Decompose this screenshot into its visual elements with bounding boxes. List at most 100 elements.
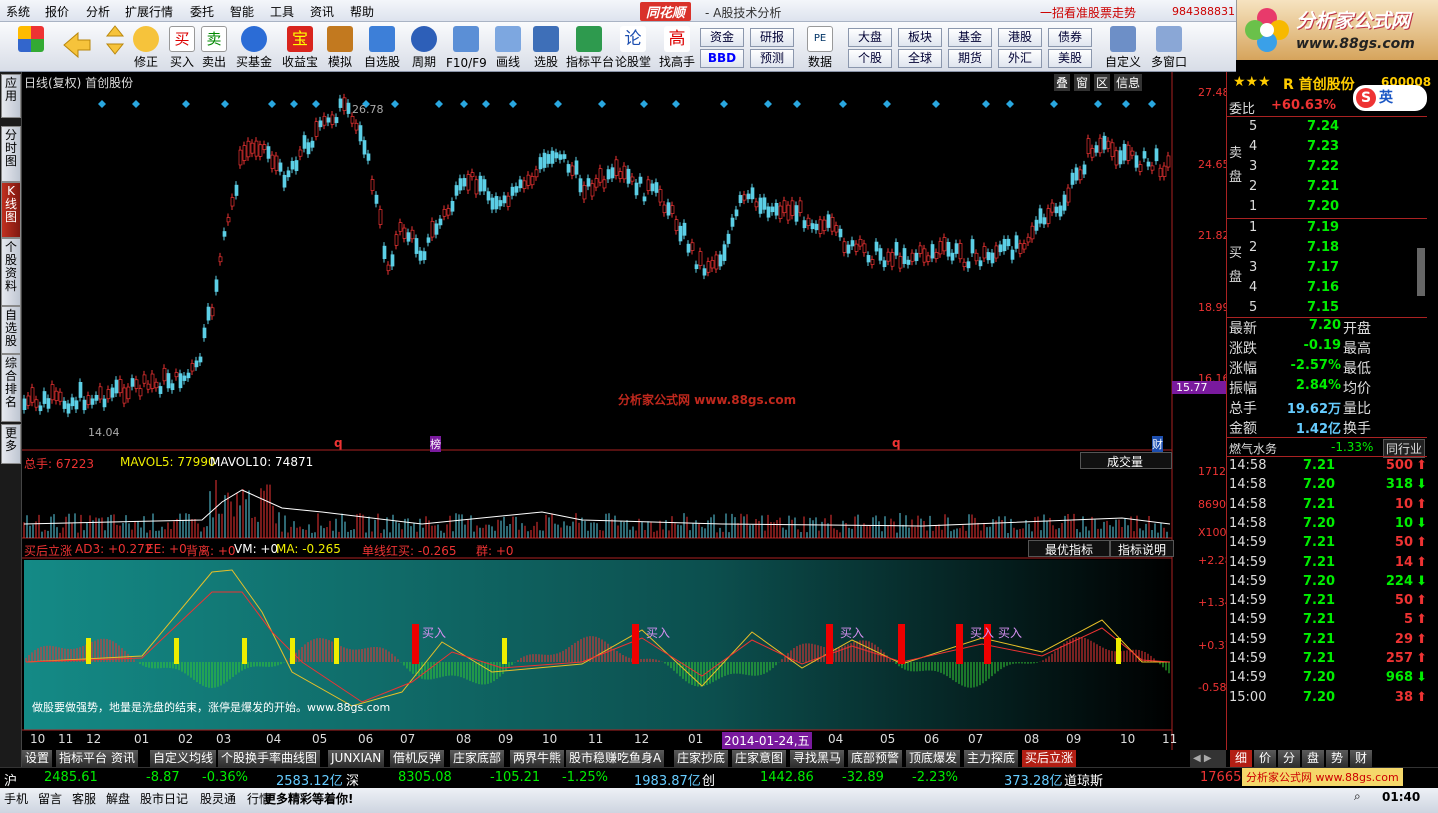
range-button[interactable]: 区	[1094, 74, 1111, 91]
forum-button[interactable]: 论论股堂	[612, 22, 654, 72]
search-icon[interactable]: ⌕	[1354, 789, 1361, 804]
bottom-link[interactable]: 股灵通	[200, 790, 236, 807]
info-button[interactable]: 信息	[1114, 74, 1143, 91]
indicator-tab[interactable]: 主力探底	[964, 750, 1020, 767]
research-button[interactable]: 研报	[750, 28, 794, 47]
indicator-tab[interactable]: 庄家抄底	[674, 750, 730, 767]
sidebar-ranking[interactable]: 综合排名	[1, 354, 21, 422]
sidebar-profile[interactable]: 个股资料	[1, 238, 21, 306]
futures-button[interactable]: 期货	[948, 49, 992, 68]
book-row[interactable]: 1 7.20	[1247, 197, 1427, 217]
quote-tab[interactable]: 分	[1278, 750, 1301, 767]
menu-help[interactable]: 帮助	[350, 3, 374, 20]
hk-stock-button[interactable]: 港股	[998, 28, 1042, 47]
quote-tab[interactable]: 盘	[1302, 750, 1325, 767]
us-stock-button[interactable]: 美股	[1048, 49, 1092, 68]
book-row[interactable]: 4 7.23	[1247, 137, 1427, 157]
bottom-link[interactable]: 解盘	[106, 790, 130, 807]
slogan-link[interactable]: 一招看准股票走势	[1040, 4, 1136, 21]
bottom-link[interactable]: 客服	[72, 790, 96, 807]
menu-quote[interactable]: 报价	[45, 3, 69, 20]
event-marker-list[interactable]: 榜	[430, 436, 441, 452]
grid-button[interactable]	[14, 22, 48, 72]
menu-news[interactable]: 资讯	[310, 3, 334, 20]
indicator-platform-button[interactable]: 指标平台	[566, 22, 614, 72]
bond-button[interactable]: 债券	[1048, 28, 1092, 47]
sz-index[interactable]: 8305.08	[398, 770, 452, 785]
bottom-link[interactable]: 留言	[38, 790, 62, 807]
sidebar-watchlist[interactable]: 自选股	[1, 306, 21, 354]
menu-trade[interactable]: 委托	[190, 3, 214, 20]
funds-button[interactable]: 基金	[948, 28, 992, 47]
simulate-button[interactable]: 模拟	[324, 22, 356, 72]
volume-select[interactable]: 成交量	[1080, 452, 1172, 469]
multi-window-button[interactable]: 多窗口	[1146, 22, 1192, 72]
menu-smart[interactable]: 智能	[230, 3, 254, 20]
bottom-link[interactable]: 手机	[4, 790, 28, 807]
indicator-help-button[interactable]: 指标说明	[1110, 540, 1174, 557]
book-row[interactable]: 3 7.17	[1247, 258, 1427, 278]
window-button[interactable]: 窗	[1074, 74, 1091, 91]
pick-stock-button[interactable]: 选股	[528, 22, 564, 72]
ime-indicator[interactable]: S英	[1353, 85, 1427, 111]
indicator-tab[interactable]: 底部预警	[848, 750, 904, 767]
sidebar-kline[interactable]: K线图	[1, 182, 21, 238]
indicator-tab[interactable]: 两界牛熊	[510, 750, 566, 767]
book-row[interactable]: 2 7.21	[1247, 177, 1427, 197]
fix-button[interactable]: 修正	[130, 22, 162, 72]
buy-fund-button[interactable]: 买基金	[232, 22, 276, 72]
stock-button[interactable]: 个股	[848, 49, 892, 68]
draw-button[interactable]: 画线	[490, 22, 526, 72]
menu-system[interactable]: 系统	[6, 3, 30, 20]
sh-index[interactable]: 2485.61	[44, 770, 98, 785]
overlay-button[interactable]: 叠	[1054, 74, 1071, 91]
indicator-tab[interactable]: 寻找黑马	[790, 750, 846, 767]
sidebar-apps[interactable]: 应用	[1, 74, 21, 118]
book-row[interactable]: 5 7.24	[1247, 117, 1427, 137]
event-marker-q1[interactable]: q	[334, 436, 343, 450]
sidebar-intraday[interactable]: 分时图	[1, 126, 21, 182]
menu-ext-quote[interactable]: 扩展行情	[125, 3, 173, 20]
sidebar-more[interactable]: 更多	[1, 424, 21, 464]
tab-scroll-arrows[interactable]: ◀ ▶	[1190, 750, 1226, 767]
bottom-note[interactable]: 更多精彩等着你!	[264, 790, 353, 807]
bbd-button[interactable]: BBD	[700, 49, 744, 68]
buy-button[interactable]: 买买入	[166, 22, 198, 72]
event-marker-finance[interactable]: 财	[1152, 436, 1163, 452]
indicator-tab[interactable]: 资讯	[108, 750, 140, 767]
menu-analysis[interactable]: 分析	[86, 3, 110, 20]
watchlist-button[interactable]: 自选股	[360, 22, 404, 72]
quote-tab[interactable]: 财	[1350, 750, 1373, 767]
sector-name[interactable]: 燃气水务	[1229, 440, 1277, 457]
event-marker-q2[interactable]: q	[892, 436, 901, 450]
data-button[interactable]: PE 数据	[800, 22, 840, 72]
global-button[interactable]: 全球	[898, 49, 942, 68]
book-row[interactable]: 5 7.15	[1247, 298, 1427, 318]
cy-index[interactable]: 1442.86	[760, 770, 814, 785]
indicator-tab[interactable]: 借机反弹	[390, 750, 446, 767]
indicator-tab[interactable]: 买后立涨	[1022, 750, 1078, 767]
expert-button[interactable]: 高找高手	[656, 22, 698, 72]
quote-tab[interactable]: 势	[1326, 750, 1349, 767]
panel-scroll-handle[interactable]	[1417, 248, 1425, 296]
indicator-tab[interactable]: 庄家意图	[732, 750, 788, 767]
indicator-tab[interactable]: 自定义均线	[150, 750, 218, 767]
back-button[interactable]	[60, 22, 94, 72]
period-button[interactable]: 周期	[404, 22, 444, 72]
quote-tab[interactable]: 价	[1254, 750, 1277, 767]
forex-button[interactable]: 外汇	[998, 49, 1042, 68]
book-row[interactable]: 3 7.22	[1247, 157, 1427, 177]
quote-tab[interactable]: 细	[1230, 750, 1253, 767]
fund-flow-button[interactable]: 资金	[700, 28, 744, 47]
chart-canvas[interactable]	[22, 72, 1226, 750]
indicator-tab[interactable]: 顶底爆发	[906, 750, 962, 767]
sector-button[interactable]: 板块	[898, 28, 942, 47]
forecast-button[interactable]: 预测	[750, 49, 794, 68]
book-row[interactable]: 4 7.16	[1247, 278, 1427, 298]
indicator-tab[interactable]: 设置	[22, 750, 54, 767]
menu-tools[interactable]: 工具	[270, 3, 294, 20]
indicator-tab[interactable]: 股市稳赚吃鱼身A	[566, 750, 666, 767]
dj-index[interactable]: 17665.	[1200, 770, 1246, 785]
indicator-tab[interactable]: JUNXIAN	[328, 750, 386, 767]
updown-button[interactable]	[100, 22, 130, 72]
